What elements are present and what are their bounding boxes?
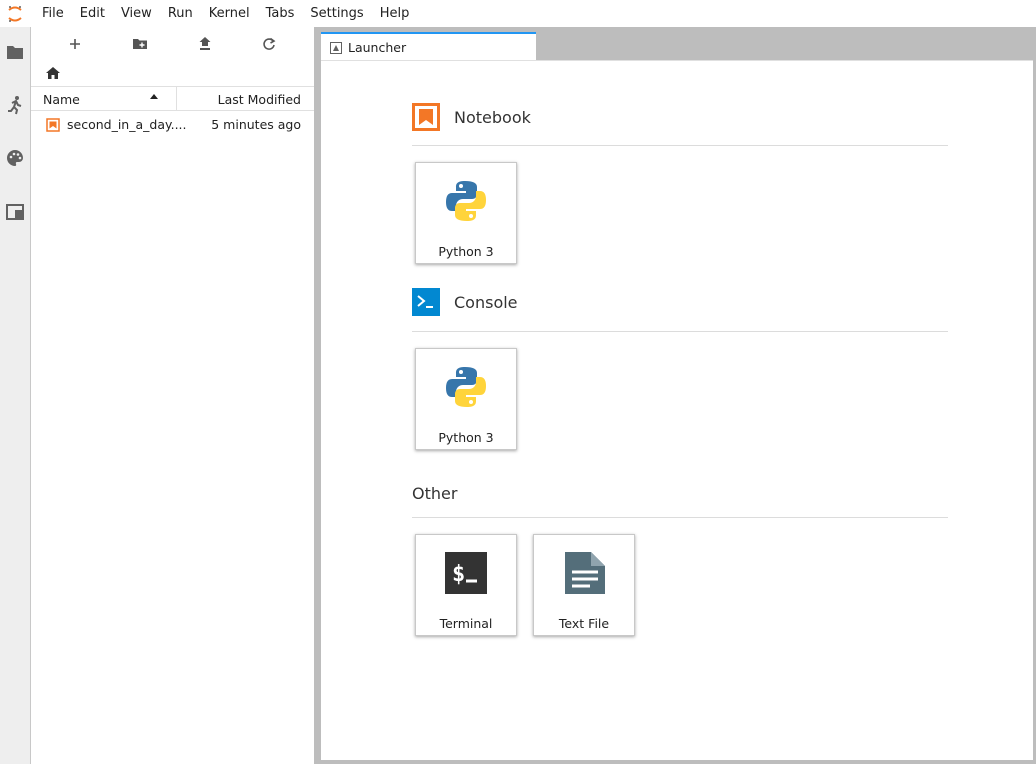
console-python3-card[interactable]: Python 3	[415, 348, 517, 450]
launcher-icon	[330, 41, 342, 54]
svg-text:$: $	[452, 562, 465, 587]
tab-label: Launcher	[348, 40, 407, 55]
card-label: Terminal	[439, 616, 493, 631]
new-launcher-button[interactable]	[64, 33, 86, 55]
menu-kernel[interactable]: Kernel	[201, 0, 258, 27]
column-divider[interactable]	[176, 87, 177, 110]
main-dock-area: Launcher Notebook Python 3 Console Pytho…	[314, 27, 1036, 764]
notebook-section-title: Notebook	[412, 103, 531, 131]
text-file-icon	[563, 552, 607, 596]
column-name-header[interactable]: Name	[43, 92, 80, 107]
new-folder-button[interactable]	[129, 33, 151, 55]
file-list-header: Name Last Modified	[31, 86, 314, 111]
other-section-title: Other	[412, 484, 457, 503]
palette-icon[interactable]	[4, 147, 26, 169]
section-divider	[412, 145, 948, 146]
running-icon[interactable]	[4, 94, 26, 116]
column-modified-header[interactable]: Last Modified	[218, 92, 301, 107]
tab-bar: Launcher	[314, 27, 1036, 61]
section-divider	[412, 517, 948, 518]
file-list-item[interactable]: second_in_a_day.... 5 minutes ago	[31, 113, 314, 137]
console-section-title: Console	[412, 288, 518, 316]
python-icon	[444, 365, 488, 409]
console-icon	[412, 288, 440, 316]
activity-bar	[0, 27, 31, 764]
menu-run[interactable]: Run	[160, 0, 201, 27]
python-icon	[444, 179, 488, 223]
section-divider	[412, 331, 948, 332]
section-label: Other	[412, 484, 458, 503]
section-label: Console	[454, 292, 518, 312]
tab-launcher[interactable]: Launcher	[321, 32, 536, 61]
tabs-icon[interactable]	[4, 201, 26, 223]
menu-bar: File Edit View Run Kernel Tabs Settings …	[0, 0, 1036, 27]
terminal-card[interactable]: $ Terminal	[415, 534, 517, 636]
notebook-icon	[46, 118, 60, 132]
jupyter-logo-icon[interactable]	[0, 0, 30, 27]
card-label: Text File	[558, 616, 610, 631]
notebook-python3-card[interactable]: Python 3	[415, 162, 517, 264]
file-browser-toolbar	[31, 30, 314, 58]
sort-ascending-icon[interactable]	[150, 94, 158, 99]
menu-view[interactable]: View	[113, 0, 160, 27]
menu-settings[interactable]: Settings	[302, 0, 371, 27]
menu-tabs[interactable]: Tabs	[258, 0, 303, 27]
launcher-panel: Notebook Python 3 Console Python 3 Other…	[321, 60, 1033, 760]
terminal-icon: $	[445, 552, 489, 596]
menu-file[interactable]: File	[30, 0, 72, 27]
menu-edit[interactable]: Edit	[72, 0, 113, 27]
file-browser: Name Last Modified second_in_a_day.... 5…	[31, 27, 314, 764]
upload-button[interactable]	[194, 33, 216, 55]
menu-help[interactable]: Help	[372, 0, 418, 27]
notebook-icon	[412, 103, 440, 131]
section-label: Notebook	[454, 107, 531, 127]
folder-icon[interactable]	[4, 41, 26, 63]
card-label: Python 3	[438, 430, 494, 445]
file-name: second_in_a_day....	[67, 117, 187, 132]
card-label: Python 3	[438, 244, 494, 259]
text-file-card[interactable]: Text File	[533, 534, 635, 636]
file-modified: 5 minutes ago	[211, 117, 301, 132]
refresh-button[interactable]	[258, 33, 280, 55]
home-breadcrumb-icon[interactable]	[45, 65, 61, 81]
